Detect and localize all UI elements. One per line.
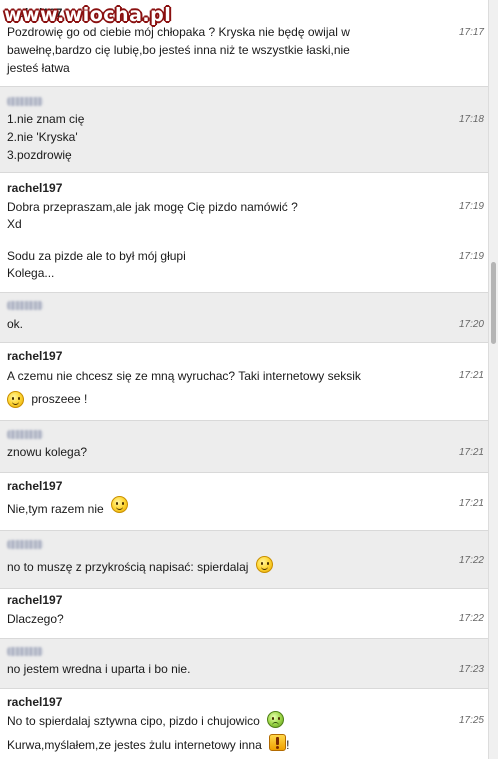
message-text: Nie,tym razem nie [7, 502, 104, 516]
message-text: ! [286, 738, 290, 752]
divider [0, 530, 488, 531]
message-block: rachel197 A czemu nie chcesz się ze mną … [0, 342, 488, 420]
vertical-scrollbar[interactable] [488, 0, 498, 759]
divider [0, 172, 488, 173]
message-block: rachel197 Nie,tym razem nie 17:21 [0, 472, 488, 530]
message-timestamp: 17:22 [458, 555, 484, 566]
message-timestamp: 17:20 [458, 319, 484, 330]
message-block: rachel197 No to spierdalaj sztywna cipo,… [0, 688, 488, 759]
divider [0, 292, 488, 293]
blurred-username [7, 430, 43, 439]
message-text: Kolega... [7, 266, 55, 280]
message-block: rachel197 Dobra przepraszam,ale jak mogę… [0, 172, 488, 292]
message-block: ok. 17:20 [0, 292, 488, 342]
message-sender: rachel197 [7, 349, 63, 363]
message-timestamp: 17:23 [458, 664, 484, 675]
blurred-username [7, 540, 43, 549]
message-text-row: no to muszę z przykrością napisać: spier… [7, 556, 273, 576]
exclamation-emoticon-icon [269, 734, 287, 752]
message-text-row: Kurwa,myślałem,ze jestes żulu internetow… [7, 734, 290, 754]
message-text: no jestem wredna i uparta i bo nie. [7, 662, 191, 676]
message-block: no jestem wredna i uparta i bo nie. 17:2… [0, 638, 488, 688]
message-text-row: proszeee ! [7, 391, 88, 409]
message-sender: rachel197 [7, 695, 63, 709]
message-text: A czemu nie chcesz się ze mną wyruchac? … [7, 369, 361, 383]
message-text: ok. [7, 317, 24, 331]
message-text: Xd [7, 217, 22, 231]
message-timestamp: 17:18 [458, 114, 484, 125]
message-text: bawełnę,bardzo cię lubię,bo jesteś inna … [7, 43, 350, 57]
divider [0, 420, 488, 421]
message-text: znowu kolega? [7, 445, 88, 459]
divider [0, 472, 488, 473]
message-timestamp: 17:21 [458, 370, 484, 381]
divider [0, 638, 488, 639]
message-text: proszeee ! [31, 392, 88, 406]
smiley-icon [7, 391, 24, 409]
message-text: 1.nie znam cię [7, 112, 85, 126]
divider [0, 588, 488, 589]
divider [0, 342, 488, 343]
message-timestamp: 17:25 [458, 715, 484, 726]
blurred-username [7, 301, 43, 310]
message-text-row: No to spierdalaj sztywna cipo, pizdo i c… [7, 711, 285, 730]
message-block: znowu kolega? 17:21 [0, 420, 488, 472]
message-timestamp: 17:21 [458, 447, 484, 458]
message-text: 3.pozdrowię [7, 148, 72, 162]
scrollbar-thumb[interactable] [491, 262, 496, 344]
message-text: No to spierdalaj sztywna cipo, pizdo i c… [7, 714, 260, 728]
message-timestamp: 17:19 [458, 201, 484, 212]
watermark-logo: www.wiocha.pl [4, 4, 172, 26]
smiley-icon [111, 496, 129, 514]
message-timestamp: 17:19 [458, 251, 484, 262]
message-sender: rachel197 [7, 593, 63, 607]
message-text-row: Nie,tym razem nie [7, 496, 129, 518]
message-block: rachel197 Dlaczego? 17:22 [0, 588, 488, 638]
blurred-username [7, 97, 43, 106]
message-text: no to muszę z przykrością napisać: spier… [7, 560, 249, 574]
message-block: 1.nie znam cię 2.nie 'Kryska' 3.pozdrowi… [0, 86, 488, 172]
message-timestamp: 17:22 [458, 613, 484, 624]
message-text: jesteś łatwa [7, 61, 70, 75]
message-text: Sodu za pizde ale to był mój głupi [7, 249, 186, 263]
message-text: 2.nie 'Kryska' [7, 130, 78, 144]
message-sender: rachel197 [7, 181, 63, 195]
message-sender: rachel197 [7, 479, 63, 493]
message-text: Dlaczego? [7, 612, 64, 626]
message-text: Pozdrowię go od ciebie mój chłopaka ? Kr… [7, 25, 350, 39]
chat-log: rachel197 Pozdrowię go od ciebie mój chł… [0, 0, 488, 759]
message-text: Kurwa,myślałem,ze jestes żulu internetow… [7, 738, 262, 752]
divider [0, 86, 488, 87]
smiley-icon [255, 556, 273, 574]
divider [0, 688, 488, 689]
sick-emoticon-icon [267, 711, 285, 729]
message-block: no to muszę z przykrością napisać: spier… [0, 530, 488, 588]
message-timestamp: 17:17 [458, 27, 484, 38]
message-timestamp: 17:21 [458, 498, 484, 509]
message-text: Dobra przepraszam,ale jak mogę Cię pizdo… [7, 200, 298, 214]
blurred-username [7, 647, 43, 656]
